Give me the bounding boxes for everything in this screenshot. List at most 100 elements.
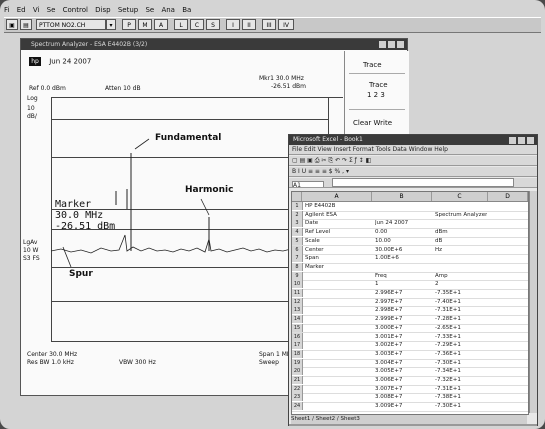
cell[interactable]: 3.008E+7 [375, 393, 431, 401]
cell[interactable]: 3.006E+7 [375, 376, 431, 384]
row-header[interactable]: 7 [292, 254, 303, 263]
cell[interactable]: -7.38E+1 [435, 393, 487, 401]
cell[interactable]: Center [305, 246, 371, 254]
cell[interactable]: -7.29E+1 [435, 341, 487, 349]
cell[interactable]: Jun 24 2007 [375, 219, 431, 227]
row-header[interactable]: 6 [292, 245, 303, 254]
menu-item[interactable]: Vi [33, 6, 40, 14]
row-header[interactable]: 8 [292, 262, 303, 271]
row-header[interactable]: 23 [292, 393, 303, 402]
cell[interactable]: -7.32E+1 [435, 376, 487, 384]
cell[interactable]: 2.998E+7 [375, 306, 431, 314]
softkey-trace[interactable]: Trace [369, 81, 388, 89]
excel-standard-toolbar[interactable]: ▢ ▤ ▣ ⎙ ✂ ⎘ ↶ ↷ Σ ƒ ↕ ◧ [289, 156, 537, 166]
cell[interactable]: Marker [305, 263, 371, 271]
cell[interactable]: 0.00 [375, 228, 431, 236]
toolbar-button[interactable]: C [190, 19, 204, 30]
row-header[interactable]: 17 [292, 341, 303, 350]
menu-item[interactable]: Setup [118, 6, 138, 14]
file-combo[interactable]: PTTOM NO2.CH [36, 19, 106, 30]
column-header[interactable]: C [432, 192, 488, 201]
menu-item[interactable]: Disp [95, 6, 110, 14]
cell[interactable]: -7.35E+1 [435, 289, 487, 297]
cell[interactable]: HP E4402B [305, 202, 371, 210]
cell[interactable]: -7.31E+1 [435, 385, 487, 393]
toolbar-button[interactable]: A [154, 19, 168, 30]
row-header[interactable]: 10 [292, 280, 303, 289]
toolbar-button[interactable]: III [262, 19, 276, 30]
excel-format-toolbar[interactable]: B I U ≡ ≡ ≡ $ % , ▾ [289, 167, 537, 177]
cell[interactable]: 2.996E+7 [375, 289, 431, 297]
softkey-trace-select[interactable]: 1 2 3 [367, 91, 385, 99]
close-icon[interactable] [527, 137, 534, 144]
row-header[interactable]: 14 [292, 315, 303, 324]
cell[interactable]: 3.003E+7 [375, 350, 431, 358]
menu-item[interactable]: Se [145, 6, 154, 14]
cell[interactable]: 3.001E+7 [375, 333, 431, 341]
row-header[interactable]: 12 [292, 297, 303, 306]
cell[interactable]: 3.007E+7 [375, 385, 431, 393]
cell[interactable]: 1.00E+6 [375, 254, 431, 262]
cell[interactable]: 3.009E+7 [375, 402, 431, 410]
cell[interactable]: Spectrum Analyzer [435, 211, 487, 219]
cell[interactable]: 2.999E+7 [375, 315, 431, 323]
menu-item[interactable]: Se [47, 6, 56, 14]
column-header[interactable]: D [488, 192, 528, 201]
row-header[interactable]: 15 [292, 323, 303, 332]
formula-input[interactable] [331, 178, 514, 187]
cell[interactable]: -7.30E+1 [435, 359, 487, 367]
row-header[interactable]: 20 [292, 367, 303, 376]
row-header[interactable]: 2 [292, 210, 303, 219]
corner-cell[interactable] [292, 192, 302, 201]
cell[interactable]: Scale [305, 237, 371, 245]
row-header[interactable]: 3 [292, 219, 303, 228]
row-header[interactable]: 22 [292, 384, 303, 393]
column-header[interactable]: B [372, 192, 432, 201]
vertical-scrollbar[interactable] [529, 191, 537, 413]
excel-titlebar[interactable]: Microsoft Excel - Book1 [289, 135, 537, 145]
row-header[interactable]: 1 [292, 202, 303, 210]
cell[interactable]: 3.000E+7 [375, 324, 431, 332]
toolbar-button[interactable]: P [122, 19, 136, 30]
row-header[interactable]: 18 [292, 349, 303, 358]
cell[interactable]: 30.00E+6 [375, 246, 431, 254]
row-header[interactable]: 21 [292, 376, 303, 384]
toolbar-button[interactable]: I [226, 19, 240, 30]
cell[interactable]: -7.36E+1 [435, 350, 487, 358]
softkey-clear-write[interactable]: Clear Write [353, 119, 392, 127]
toolbar-button[interactable]: M [138, 19, 152, 30]
cell[interactable]: Amp [435, 272, 487, 280]
menu-item[interactable]: Fi [4, 6, 9, 14]
cell[interactable]: -7.33E+1 [435, 333, 487, 341]
cell[interactable]: 2.997E+7 [375, 298, 431, 306]
cell[interactable]: 1 [375, 280, 431, 288]
cell[interactable]: Freq [375, 272, 431, 280]
app-icon[interactable]: ▣ [6, 19, 18, 30]
column-header[interactable]: A [302, 192, 372, 201]
cell[interactable]: dBm [435, 228, 487, 236]
toolbar-button[interactable]: S [206, 19, 220, 30]
cell[interactable]: Hz [435, 246, 487, 254]
cell[interactable]: 2 [435, 280, 487, 288]
cell[interactable]: -7.30E+1 [435, 402, 487, 410]
row-header[interactable]: 5 [292, 236, 303, 245]
cell[interactable]: 3.004E+7 [375, 359, 431, 367]
cell[interactable]: -7.28E+1 [435, 315, 487, 323]
chevron-down-icon[interactable]: ▾ [106, 19, 116, 30]
row-header[interactable]: 24 [292, 402, 303, 411]
cell[interactable]: Agilent ESA [305, 211, 371, 219]
cell[interactable]: 3.005E+7 [375, 367, 431, 375]
sheet-tabs[interactable]: Sheet1 / Sheet2 / Sheet3 [291, 415, 527, 424]
toolbar-button[interactable]: II [242, 19, 256, 30]
menu-item[interactable]: Control [63, 6, 88, 14]
cell[interactable]: dB [435, 237, 487, 245]
row-header[interactable]: 9 [292, 271, 303, 280]
row-header[interactable]: 13 [292, 306, 303, 315]
minimize-icon[interactable] [509, 137, 516, 144]
cell[interactable]: Date [305, 219, 371, 227]
toolbar-button[interactable]: IV [278, 19, 294, 30]
cell[interactable]: Ref Level [305, 228, 371, 236]
cell[interactable]: -7.40E+1 [435, 298, 487, 306]
cell[interactable]: 10.00 [375, 237, 431, 245]
menu-item[interactable]: Ba [182, 6, 191, 14]
